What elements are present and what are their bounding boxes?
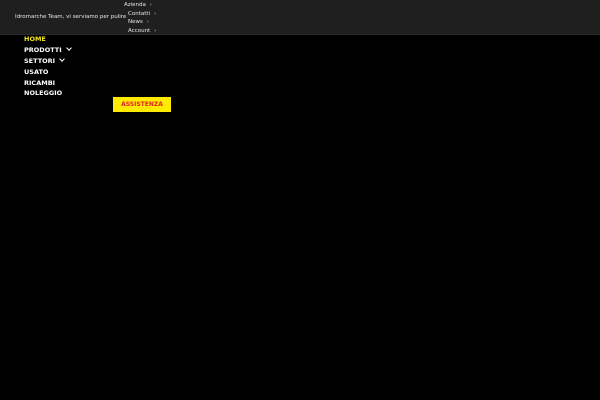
top-link-label: News (128, 19, 143, 26)
nav-item-label: NOLEGGIO (24, 89, 63, 98)
page: Idromarche Team, vi serviamo per pulire … (0, 0, 600, 400)
main-nav: HOME PRODOTTI SETTORI USATO RICAMBI NOLE… (24, 34, 72, 99)
top-link-label: Contatti (128, 10, 151, 17)
assistenza-button[interactable]: ASSISTENZA (113, 97, 171, 112)
nav-item-label: RICAMBI (24, 78, 56, 87)
nav-item-prodotti[interactable]: PRODOTTI (24, 45, 72, 56)
nav-item-ricambi[interactable]: RICAMBI (24, 78, 71, 89)
chevron-down-icon (65, 45, 72, 51)
chevron-right-icon: › (146, 19, 149, 26)
nav-item-home[interactable]: HOME (24, 34, 71, 45)
top-link-account[interactable]: Account › (124, 27, 156, 36)
nav-item-noleggio[interactable]: NOLEGGIO (24, 88, 71, 99)
nav-item-label: HOME (24, 35, 46, 43)
top-links-menu: Azienda › Contatti › News › Account › (124, 1, 156, 35)
chevron-down-icon (59, 55, 65, 62)
nav-item-label: PRODOTTI (24, 45, 62, 54)
nav-item-settori[interactable]: SETTORI (24, 55, 71, 67)
chevron-right-icon: › (154, 10, 157, 17)
chevron-right-icon: › (149, 2, 152, 8)
top-link-news[interactable]: News › (124, 18, 156, 27)
nav-item-label: USATO (24, 67, 49, 76)
site-tagline: Idromarche Team, vi serviamo per pulire (15, 14, 127, 20)
nav-item-usato[interactable]: USATO (24, 67, 71, 78)
chevron-right-icon: › (154, 27, 157, 34)
nav-item-label: SETTORI (24, 56, 56, 65)
top-link-label: Account (128, 27, 151, 34)
top-link-label: Azienda (124, 2, 146, 8)
top-bar: Idromarche Team, vi serviamo per pulire … (0, 0, 600, 35)
top-link-azienda[interactable]: Azienda › (124, 1, 156, 10)
top-link-contatti[interactable]: Contatti › (124, 10, 156, 19)
